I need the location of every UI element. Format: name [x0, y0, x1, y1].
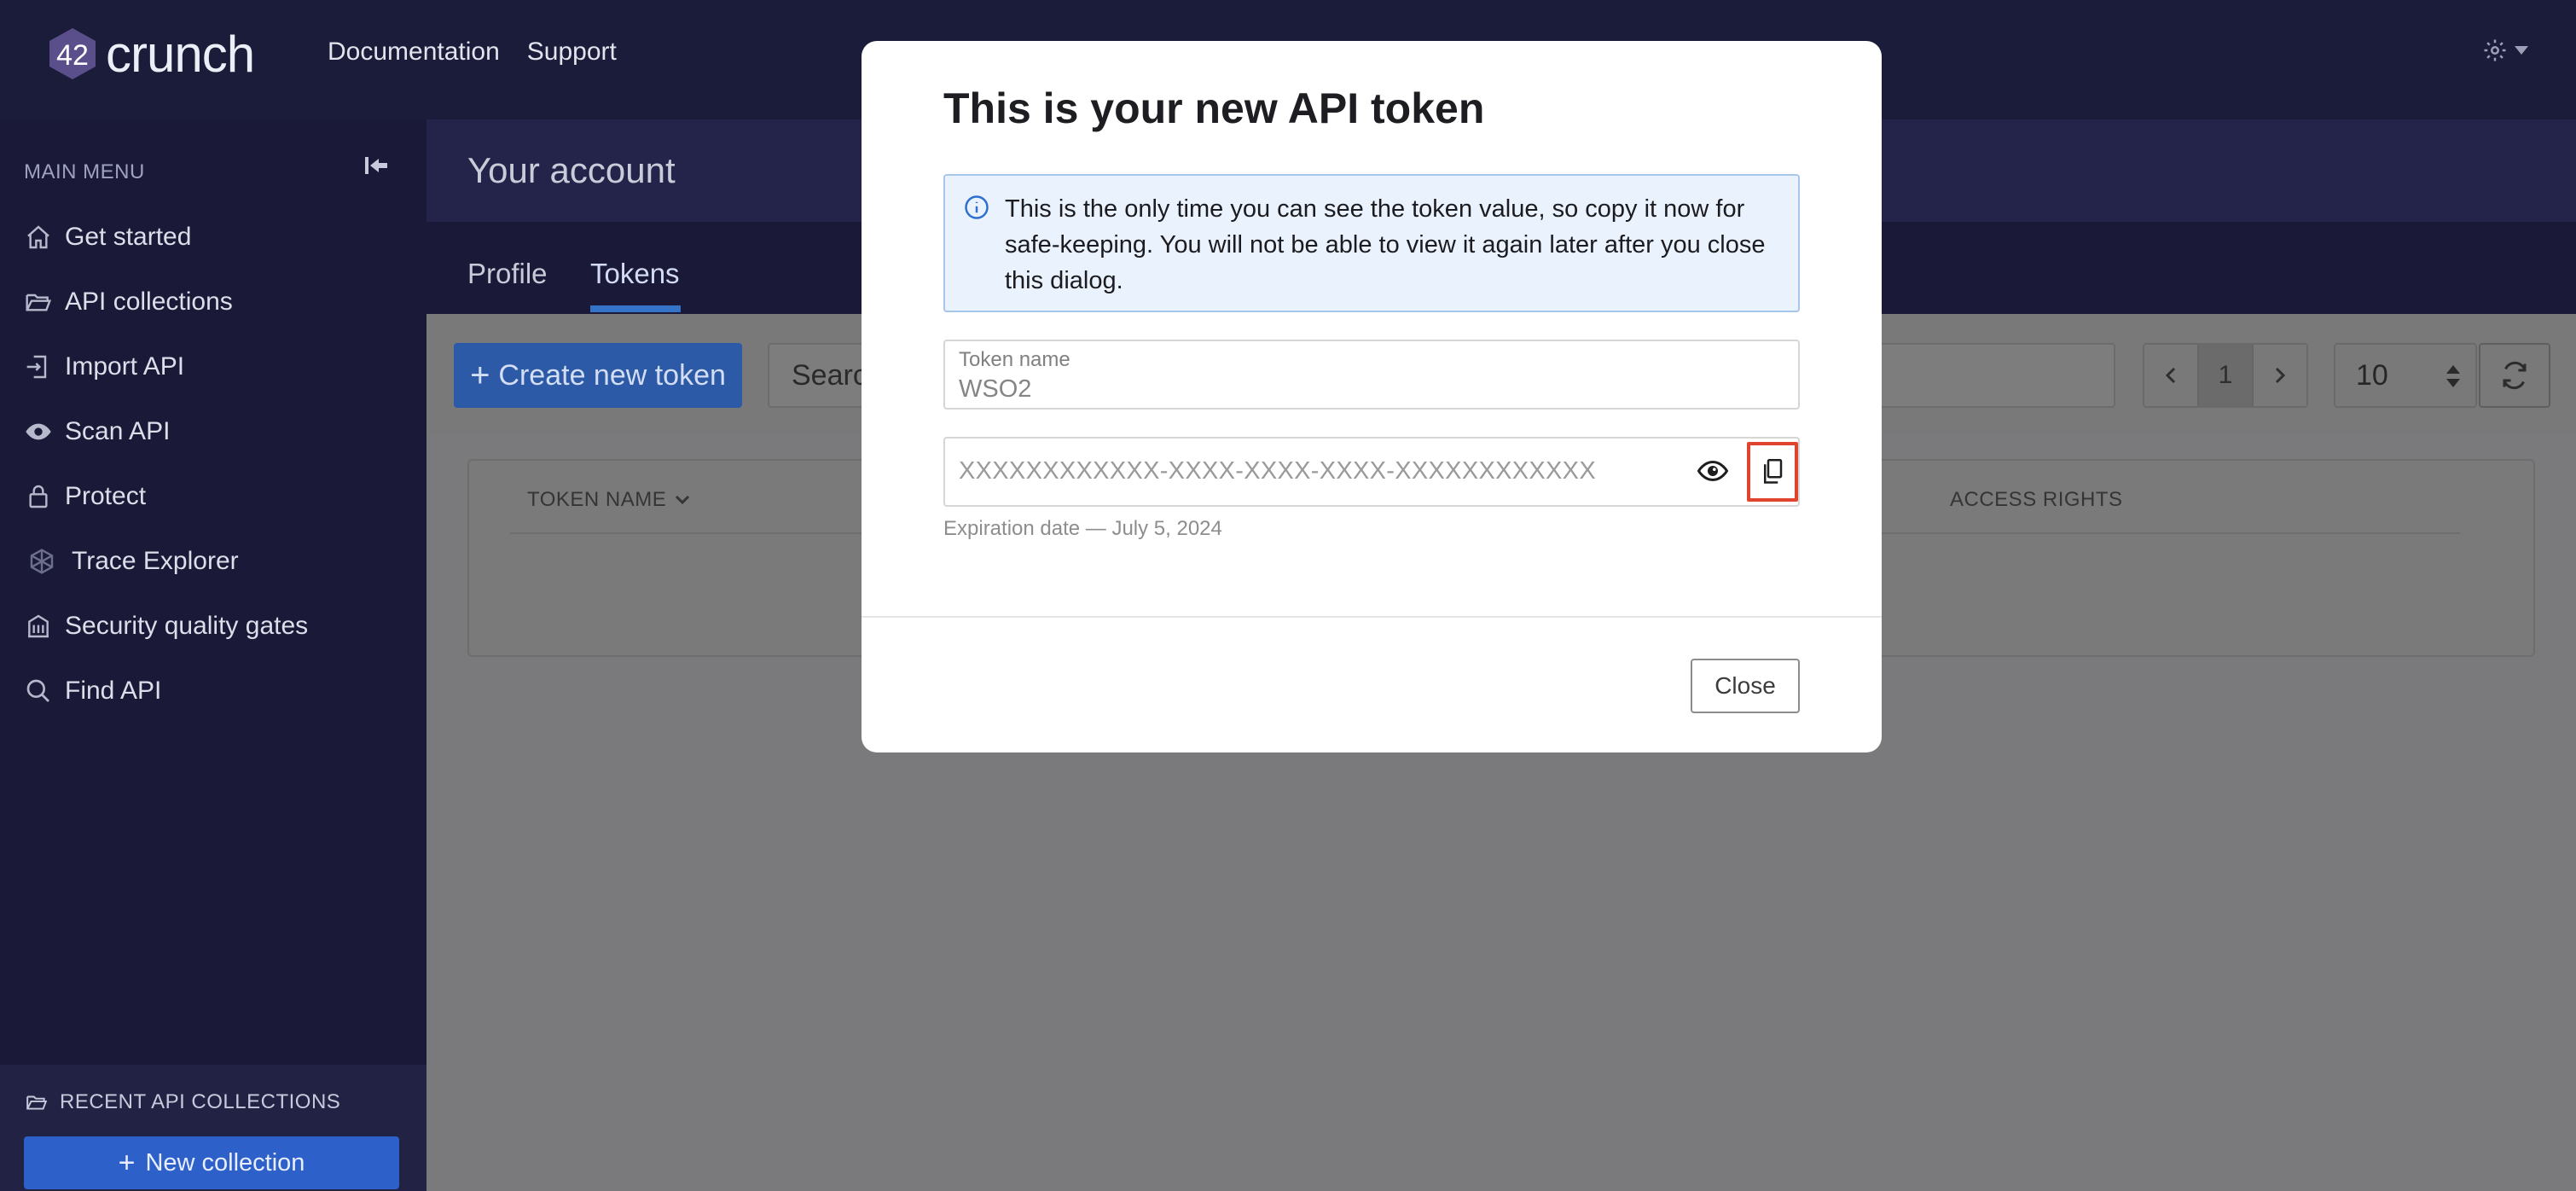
info-icon: [965, 195, 989, 219]
token-name-label: Token name: [959, 348, 1070, 371]
collapse-arrow-icon: [365, 157, 387, 174]
logo-wordmark: crunch: [106, 25, 255, 83]
import-icon: [26, 355, 47, 379]
chevron-right-icon: [2275, 367, 2286, 384]
sidebar-item-label: Find API: [65, 677, 162, 705]
per-page-value: 10: [2356, 358, 2388, 392]
copy-icon: [1764, 459, 1783, 484]
sidebar-item-scan-api[interactable]: Scan API: [24, 399, 308, 464]
logo-number: 42: [56, 39, 89, 72]
new-token-dialog: This is your new API token This is the o…: [862, 41, 1882, 752]
sidebar-item-import-api[interactable]: Import API: [24, 334, 308, 399]
pagination: 1: [2143, 343, 2308, 408]
sidebar-item-label: Import API: [65, 352, 185, 381]
refresh-button[interactable]: [2479, 343, 2550, 408]
gear-icon: [2484, 39, 2506, 61]
dialog-footer-divider: [862, 616, 1882, 618]
home-icon: [27, 225, 49, 249]
plus-icon: +: [118, 1146, 136, 1179]
column-header-token-name[interactable]: TOKEN NAME: [527, 488, 690, 512]
sidebar-item-security-quality-gates[interactable]: Security quality gates: [24, 594, 308, 659]
tab-tokens[interactable]: Tokens: [590, 258, 680, 290]
alert-message: This is the only time you can see the to…: [1005, 195, 1766, 294]
building-icon: [28, 614, 49, 638]
sidebar-item-label: Protect: [65, 482, 147, 510]
column-header-label: TOKEN NAME: [527, 488, 667, 511]
recent-collections-label: RECENT API COLLECTIONS: [60, 1090, 341, 1113]
sort-arrows-icon: [2446, 365, 2460, 387]
info-alert: This is the only time you can see the to…: [943, 174, 1800, 312]
folder-open-icon: [26, 293, 52, 311]
show-token-button[interactable]: [1696, 456, 1730, 491]
nav-documentation[interactable]: Documentation: [328, 38, 500, 67]
close-button[interactable]: Close: [1691, 659, 1800, 713]
eye-icon: [1697, 460, 1729, 482]
sidebar-item-get-started[interactable]: Get started: [24, 205, 308, 270]
column-header-access-rights: ACCESS RIGHTS: [1950, 488, 2123, 512]
tab-profile[interactable]: Profile: [467, 258, 548, 290]
expiration-date: Expiration date — July 5, 2024: [943, 517, 1222, 540]
dialog-title: This is your new API token: [943, 84, 1485, 132]
new-collection-label: New collection: [145, 1148, 305, 1176]
refresh-icon: [2503, 361, 2527, 390]
folder-open-icon: [26, 1095, 48, 1110]
recent-collections-header: RECENT API COLLECTIONS: [24, 1090, 340, 1114]
token-value-field[interactable]: XXXXXXXXXXXX-XXXX-XXXX-XXXX-XXXXXXXXXXXX: [943, 437, 1800, 507]
sidebar-item-label: API collections: [65, 288, 233, 316]
per-page-select[interactable]: 10: [2334, 343, 2477, 408]
logo[interactable]: 42 crunch: [44, 24, 255, 84]
chevron-down-icon: [2515, 46, 2528, 55]
lock-icon: [29, 485, 48, 508]
top-nav: Documentation Support: [328, 38, 617, 67]
column-header-label: ACCESS RIGHTS: [1950, 488, 2123, 511]
current-page[interactable]: 1: [2197, 345, 2254, 406]
prev-page-button[interactable]: [2144, 345, 2197, 406]
token-name-value: WSO2: [959, 375, 1032, 403]
token-name-field[interactable]: Token name WSO2: [943, 340, 1800, 410]
logo-hexagon-icon: 42: [44, 26, 101, 82]
sidebar-item-label: Security quality gates: [65, 612, 309, 640]
sidebar-item-label: Scan API: [65, 417, 171, 445]
sidebar-item-trace-explorer[interactable]: Trace Explorer: [24, 529, 308, 594]
create-new-token-label: Create new token: [498, 358, 726, 392]
sidebar-item-protect[interactable]: Protect: [24, 464, 308, 529]
eye-icon: [26, 423, 51, 440]
settings-menu[interactable]: [2482, 38, 2528, 63]
sidebar-item-find-api[interactable]: Find API: [24, 659, 308, 723]
sidebar-item-label: Trace Explorer: [72, 547, 239, 575]
sidebar: MAIN MENU Get started API collections Im…: [0, 119, 426, 1191]
sidebar-item-api-collections[interactable]: API collections: [24, 270, 308, 334]
new-collection-button[interactable]: + New collection: [24, 1136, 399, 1189]
nav-support[interactable]: Support: [527, 38, 617, 67]
token-value: XXXXXXXXXXXX-XXXX-XXXX-XXXX-XXXXXXXXXXXX: [959, 457, 1596, 485]
copy-token-button[interactable]: [1747, 442, 1798, 502]
chevron-left-icon: [2165, 367, 2176, 384]
chevron-down-icon: [676, 495, 690, 505]
hexagon-icon: [30, 549, 54, 574]
next-page-button[interactable]: [2254, 345, 2306, 406]
create-new-token-button[interactable]: + Create new token: [454, 343, 742, 408]
recent-collections-panel: RECENT API COLLECTIONS + New collection: [0, 1065, 426, 1191]
search-icon: [26, 679, 49, 702]
sidebar-item-label: Get started: [65, 223, 192, 251]
page-title: Your account: [467, 150, 676, 190]
main-menu-label: MAIN MENU: [24, 160, 145, 183]
main-menu: Get started API collections Import API S…: [24, 205, 308, 723]
active-tab-indicator: [590, 305, 681, 312]
collapse-sidebar-button[interactable]: [363, 154, 391, 182]
plus-icon: +: [470, 356, 490, 394]
